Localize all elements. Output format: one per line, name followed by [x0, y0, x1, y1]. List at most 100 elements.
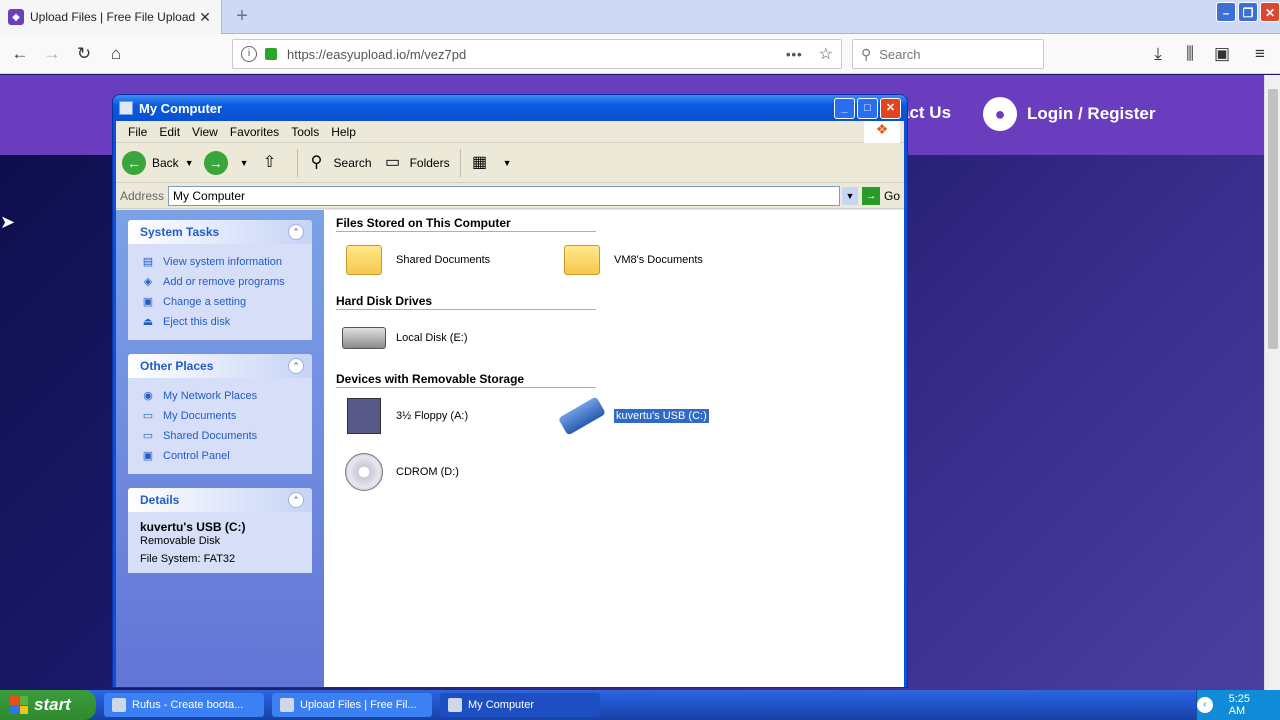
network-icon: ◉ [143, 390, 153, 402]
drive-cdrom[interactable]: CDROM (D:) [336, 444, 554, 500]
folder-shared-documents[interactable]: Shared Documents [336, 232, 554, 288]
menu-tools[interactable]: Tools [285, 125, 325, 139]
task-label: Eject this disk [163, 316, 231, 328]
task-change-setting[interactable]: ▣ Change a setting [140, 292, 300, 312]
system-tasks-panel: System Tasks ⌃ ▤ View system information … [128, 220, 312, 340]
menu-edit[interactable]: Edit [153, 125, 186, 139]
window-close-button[interactable]: ✕ [880, 97, 901, 119]
minimize-button[interactable]: – [1216, 2, 1236, 22]
control-panel-icon: ▣ [142, 450, 154, 462]
my-computer-window: My Computer _ □ ✕ File Edit View Favorit… [112, 94, 908, 688]
go-button[interactable]: → Go [861, 186, 900, 205]
url-bar[interactable]: i https://easyupload.io/m/vez7pd ••• ☆ [232, 39, 842, 69]
control-panel-icon: ▣ [142, 296, 154, 308]
windows-logo-icon: ❖ [864, 121, 900, 143]
window-title-bar[interactable]: My Computer _ □ ✕ [113, 95, 907, 121]
reload-icon[interactable]: ↻ [72, 42, 96, 66]
browser-window-controls: – ❐ ✕ [1216, 2, 1280, 22]
new-tab-button[interactable]: + [230, 4, 254, 28]
back-button[interactable]: ← Back ▼ [122, 150, 194, 175]
place-label: Shared Documents [163, 430, 258, 442]
drive-local-disk[interactable]: Local Disk (E:) [336, 310, 554, 366]
up-button[interactable]: ⇧ [259, 152, 287, 174]
window-minimize-button[interactable]: _ [834, 97, 855, 119]
task-add-remove-programs[interactable]: ◈ Add or remove programs [140, 272, 300, 292]
tray-arrow-icon[interactable]: ‹ [1197, 697, 1213, 713]
floppy-icon [340, 392, 388, 440]
scroll-thumb[interactable] [1268, 89, 1278, 349]
menu-icon[interactable]: ≡ [1248, 42, 1272, 66]
download-icon[interactable]: ⤓ [1146, 42, 1170, 66]
views-button[interactable]: ▦ ▼ [469, 152, 512, 174]
login-link[interactable]: ● Login / Register [983, 97, 1155, 131]
page-actions-icon[interactable]: ••• [786, 47, 803, 62]
info-icon[interactable]: i [241, 46, 257, 62]
browser-tab[interactable]: ◆ Upload Files | Free File Upload an ✕ [0, 0, 222, 34]
menu-view[interactable]: View [186, 125, 224, 139]
bookmark-star-icon[interactable]: ☆ [819, 44, 833, 64]
start-button[interactable]: start [0, 690, 96, 720]
task-label: Upload Files | Free Fil... [300, 699, 417, 711]
chevron-down-icon: ▼ [502, 157, 512, 168]
address-dropdown-icon[interactable]: ▼ [841, 186, 858, 205]
task-label: Add or remove programs [163, 276, 285, 288]
task-eject-disk[interactable]: ⏏ Eject this disk [140, 312, 300, 332]
panel-header[interactable]: Details ⌃ [128, 488, 312, 512]
panel-header[interactable]: System Tasks ⌃ [128, 220, 312, 244]
task-upload-files[interactable]: Upload Files | Free Fil... [272, 693, 432, 717]
page-scrollbar[interactable] [1264, 75, 1280, 690]
place-shared-documents[interactable]: ▭ Shared Documents [140, 426, 300, 446]
window-maximize-button[interactable]: □ [857, 97, 878, 119]
url-text[interactable]: https://easyupload.io/m/vez7pd [287, 47, 786, 62]
panel-header[interactable]: Other Places ⌃ [128, 354, 312, 378]
task-label: Change a setting [163, 296, 247, 308]
folders-icon: ▭ [385, 153, 401, 171]
chevron-down-icon[interactable]: ▼ [185, 158, 194, 168]
chevron-down-icon[interactable]: ▼ [240, 158, 249, 168]
folders-button[interactable]: ▭ Folders [382, 152, 450, 174]
close-button[interactable]: ✕ [1260, 2, 1280, 22]
task-label: My Computer [468, 699, 535, 711]
tab-close-icon[interactable]: ✕ [197, 9, 213, 26]
user-icon: ● [983, 97, 1017, 131]
place-network[interactable]: ◉ My Network Places [140, 386, 300, 406]
collapse-icon[interactable]: ⌃ [288, 358, 304, 374]
menu-file[interactable]: File [122, 125, 153, 139]
drive-floppy[interactable]: 3½ Floppy (A:) [336, 388, 554, 444]
search-input[interactable]: ⚲ Search [852, 39, 1044, 69]
menu-favorites[interactable]: Favorites [224, 125, 285, 139]
menu-help[interactable]: Help [325, 125, 362, 139]
restore-button[interactable]: ❐ [1238, 2, 1258, 22]
section-title: Files Stored on This Computer [336, 210, 596, 232]
place-control-panel[interactable]: ▣ Control Panel [140, 446, 300, 466]
place-my-documents[interactable]: ▭ My Documents [140, 406, 300, 426]
home-icon[interactable]: ⌂ [104, 42, 128, 66]
forward-arrow-icon[interactable]: → [40, 42, 64, 66]
folder-vm8-documents[interactable]: VM8's Documents [554, 232, 772, 288]
task-view-system-info[interactable]: ▤ View system information [140, 252, 300, 272]
main-pane: Files Stored on This Computer Shared Doc… [324, 210, 904, 687]
item-label: Local Disk (E:) [396, 332, 468, 344]
collapse-icon[interactable]: ⌃ [288, 492, 304, 508]
search-label: Search [333, 155, 372, 170]
task-my-computer[interactable]: My Computer [440, 693, 600, 717]
drive-usb[interactable]: kuvertu's USB (C:) [554, 388, 772, 444]
collapse-icon[interactable]: ⌃ [288, 224, 304, 240]
forward-button[interactable]: → ▼ [203, 150, 249, 175]
window-body: File Edit View Favorites Tools Help ❖ ← … [116, 121, 904, 687]
back-arrow-icon[interactable]: ← [8, 42, 32, 66]
library-icon[interactable]: ⫼ [1178, 42, 1202, 66]
search-placeholder: Search [879, 46, 921, 62]
address-field[interactable]: My Computer [168, 185, 840, 206]
app-icon [112, 698, 126, 712]
sidebar-icon[interactable]: ▣ [1210, 42, 1234, 66]
eject-icon: ⏏ [142, 316, 154, 328]
info-icon: ▤ [142, 256, 154, 268]
clock[interactable]: 5:25 AM [1229, 693, 1268, 717]
folder-icon [340, 236, 388, 284]
item-label: 3½ Floppy (A:) [396, 410, 469, 422]
section-title: Devices with Removable Storage [336, 366, 596, 388]
search-button[interactable]: ⚲ Search [306, 152, 372, 174]
task-rufus[interactable]: Rufus - Create boota... [104, 693, 264, 717]
views-icon: ▦ [472, 153, 488, 171]
